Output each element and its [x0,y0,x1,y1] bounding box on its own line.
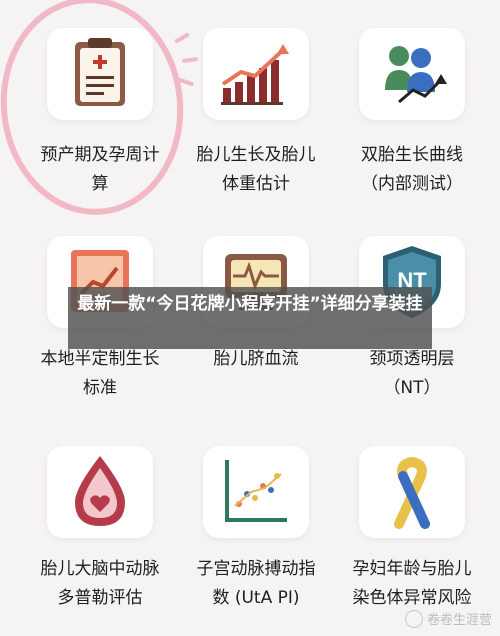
blood-drop-icon [75,456,125,526]
tool-label-twins-growth: 双胎生长曲线 （内部测试） [361,145,463,194]
watermark-text: 卷卷生涯营 [426,613,492,628]
watermark: 卷卷生涯营 [404,609,492,628]
tool-label-fetal-growth: 胎儿生长及胎儿 体重估计 [196,145,316,194]
ribbon-icon [394,456,430,529]
tool-label-umbilical-flow: 胎儿脐血流 [213,349,299,369]
tool-tile-age-risk[interactable] [359,446,465,538]
tool-tile-due-date[interactable] [47,28,153,120]
tool-label-nt: 颈项透明层 （NT） [369,349,455,398]
tool-tile-twins-growth[interactable] [359,28,465,120]
tool-label-uta-pi: 子宫动脉搏动指数 (UtA PI) [196,559,316,608]
tool-label-mca-doppler: 胎儿大脑中动脉 多普勒评估 [40,559,160,608]
growth-chart-icon [221,44,289,105]
tool-tile-mca-doppler[interactable] [47,446,153,538]
annotation-spark-1 [174,32,190,44]
tool-label-age-risk: 孕妇年龄与胎儿 染色体异常风险 [352,559,472,608]
annotation-spark-3 [177,77,195,87]
tool-tile-uta-pi[interactable] [203,446,309,538]
tool-label-custom-standard: 本地半定制生长 标准 [40,349,160,398]
clipboard-icon [75,38,125,106]
tool-label-due-date: 预产期及孕周计算 [40,145,160,194]
twins-chart-icon [385,46,447,104]
watermark-logo-icon [404,609,423,628]
scatter-chart-icon [225,460,287,522]
overlay-text: 最新一款“今日花牌小程序开挂”详细分享装挂 [77,294,423,314]
overlay-banner: 最新一款“今日花牌小程序开挂”详细分享装挂 [68,287,432,349]
tool-tile-fetal-growth[interactable] [203,28,309,120]
annotation-spark-2 [181,56,199,64]
